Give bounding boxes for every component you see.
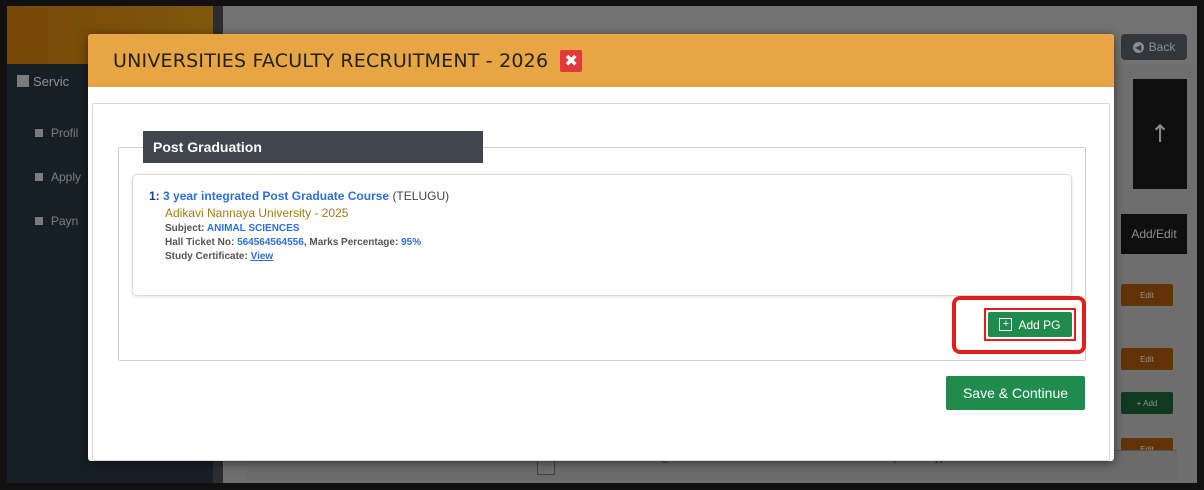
modal-header: UNIVERSITIES FACULTY RECRUITMENT - 2026 … xyxy=(88,34,1114,87)
close-icon[interactable]: ✖ xyxy=(560,49,583,72)
subject-line: Subject: ANIMAL SCIENCES xyxy=(165,223,300,234)
certificate-line: Study Certificate: View xyxy=(165,251,274,262)
course-line: 1: 3 year integrated Post Graduate Cours… xyxy=(149,189,1055,203)
section-title: Post Graduation xyxy=(143,131,483,163)
save-continue-button[interactable]: Save & Continue xyxy=(946,376,1085,410)
entry-index: 1: xyxy=(149,189,160,203)
hall-ticket-line: Hall Ticket No: 564564564556, Marks Perc… xyxy=(165,237,422,248)
recruitment-modal: UNIVERSITIES FACULTY RECRUITMENT - 2026 … xyxy=(88,34,1114,461)
hall-ticket-value: 564564564556 xyxy=(237,237,304,248)
plus-square-icon: + xyxy=(999,318,1013,331)
course-language: (TELUGU) xyxy=(392,189,450,203)
modal-title: UNIVERSITIES FACULTY RECRUITMENT - 2026 xyxy=(113,49,549,72)
subject-value: ANIMAL SCIENCES xyxy=(206,223,300,234)
pg-entry-card: 1: 3 year integrated Post Graduate Cours… xyxy=(132,174,1072,296)
course-name: 3 year integrated Post Graduate Course xyxy=(163,189,390,203)
marks-value: 95% xyxy=(401,237,422,248)
view-certificate-link[interactable]: View xyxy=(251,251,274,262)
add-pg-button[interactable]: + Add PG xyxy=(988,312,1072,337)
university-name: Adikavi Nannaya University - 2025 xyxy=(165,206,349,220)
